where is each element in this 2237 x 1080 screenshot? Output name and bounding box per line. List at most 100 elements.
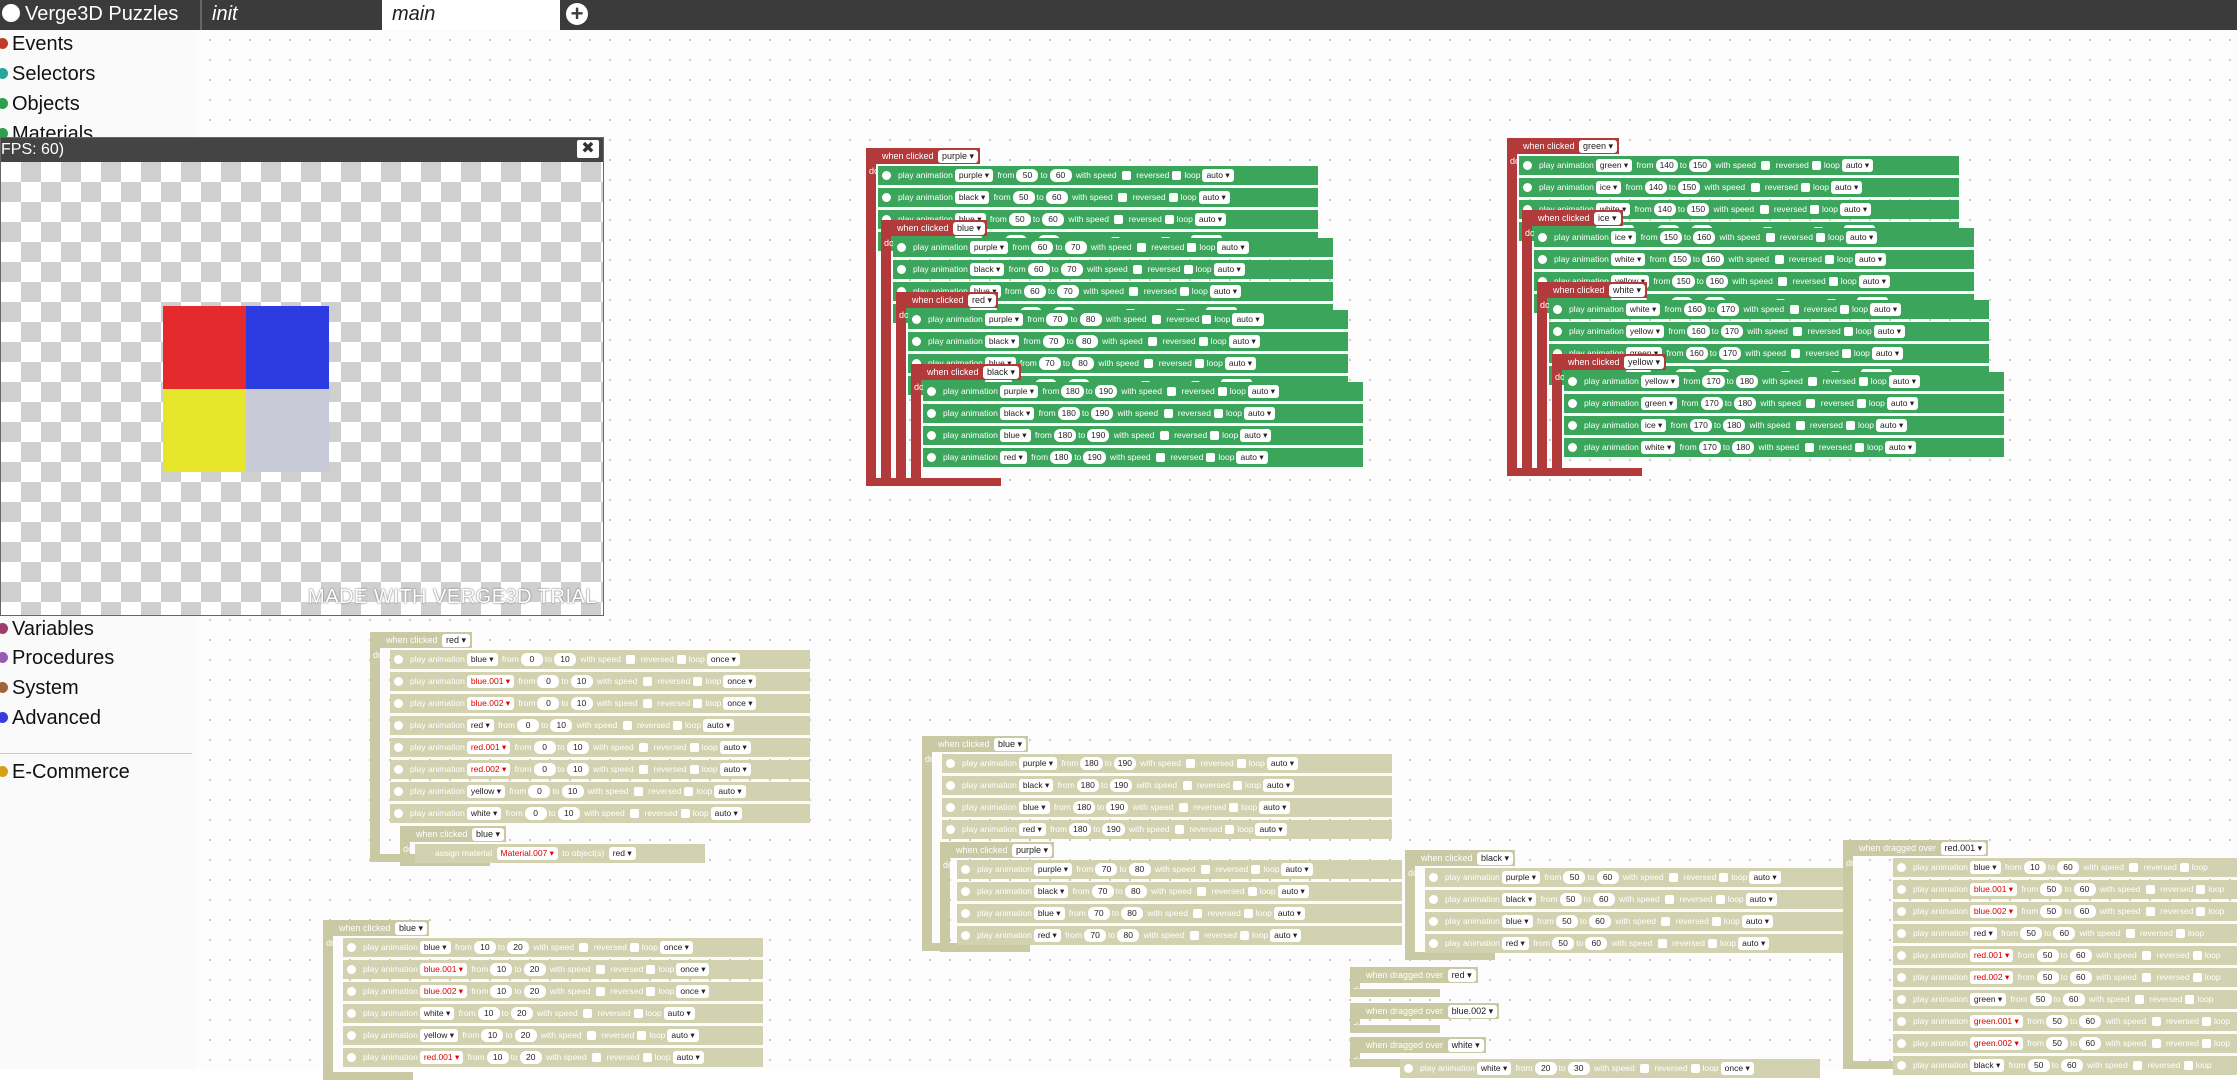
loop-mode-dropdown[interactable]: auto ▾ <box>710 807 742 820</box>
from-frame-field[interactable]: 50 <box>2040 883 2063 896</box>
loop-mode-dropdown[interactable]: auto ▾ <box>1871 347 1904 360</box>
reversed-checkbox[interactable] <box>629 943 639 953</box>
animation-object-dropdown[interactable]: blue.002 ▾ <box>419 985 468 998</box>
gear-icon[interactable] <box>961 887 970 896</box>
play-animation-block[interactable]: play animation red.002 ▾ from 0 to 10 with s… <box>390 760 810 779</box>
from-frame-field[interactable]: 50 <box>1563 871 1586 884</box>
tab-main[interactable]: main <box>382 0 560 30</box>
gear-icon[interactable] <box>961 865 970 874</box>
play-animation-block[interactable]: play animation blue.002 ▾ from 0 to 10 with … <box>390 694 810 713</box>
category-selectors[interactable]: Selectors <box>0 60 95 88</box>
loop-mode-dropdown[interactable]: auto ▾ <box>1228 335 1260 348</box>
from-frame-field[interactable]: 10 <box>490 985 513 998</box>
speed-input[interactable] <box>1761 161 1771 171</box>
preview-canvas[interactable]: MADE WITH VERGE3D TRIAL <box>1 162 603 615</box>
gear-icon[interactable] <box>394 743 403 752</box>
speed-input[interactable] <box>2145 885 2155 895</box>
to-frame-field[interactable]: 60 <box>1585 937 1608 950</box>
to-frame-field[interactable]: 190 <box>1113 757 1136 770</box>
animation-object-dropdown[interactable]: blue ▾ <box>466 653 498 666</box>
event-header[interactable]: when clicked red ▾ <box>896 292 999 308</box>
animation-object-dropdown[interactable]: purple ▾ <box>969 241 1009 254</box>
from-frame-field[interactable]: 10 <box>490 963 513 976</box>
loop-mode-dropdown[interactable]: auto ▾ <box>1277 885 1309 898</box>
reversed-checkbox[interactable] <box>646 965 656 975</box>
gear-icon[interactable] <box>927 409 936 418</box>
to-frame-field[interactable]: 10 <box>570 697 593 710</box>
animation-object-dropdown[interactable]: red ▾ <box>1018 823 1046 836</box>
gear-icon[interactable] <box>1897 885 1906 894</box>
trigger-object-dropdown[interactable]: blue ▾ <box>395 922 428 935</box>
play-animation-block[interactable]: play animation black ▾ from 50 to 60 with sp… <box>1893 1056 2237 1075</box>
loop-mode-dropdown[interactable]: once ▾ <box>659 941 693 954</box>
loop-mode-dropdown[interactable]: auto ▾ <box>1255 823 1287 836</box>
reversed-checkbox[interactable] <box>2176 929 2186 939</box>
reversed-checkbox[interactable] <box>1168 193 1178 203</box>
from-frame-field[interactable]: 160 <box>1683 303 1706 316</box>
play-animation-block[interactable]: play animation blue ▾ from 10 to 60 with spe… <box>1893 858 2237 877</box>
animation-object-dropdown[interactable]: blue.001 ▾ <box>419 963 468 976</box>
speed-input[interactable] <box>1200 865 1210 875</box>
to-frame-field[interactable]: 190 <box>1106 801 1129 814</box>
play-animation-block[interactable]: play animation yellow ▾ from 0 to 10 with sp… <box>390 782 810 801</box>
animation-object-dropdown[interactable]: blue ▾ <box>1969 861 2001 874</box>
reversed-checkbox[interactable] <box>1229 803 1239 813</box>
speed-input[interactable] <box>1668 873 1678 883</box>
reversed-checkbox[interactable] <box>689 743 699 753</box>
to-frame-field[interactable]: 190 <box>1109 779 1133 792</box>
event-header[interactable]: when clicked ice ▾ <box>1522 210 1623 226</box>
gear-icon[interactable] <box>1897 1039 1906 1048</box>
gear-icon[interactable] <box>927 453 936 462</box>
play-animation-block[interactable]: play animation blue.001 ▾ from 50 to 60 with… <box>1893 880 2237 899</box>
reversed-checkbox[interactable] <box>1815 233 1825 243</box>
to-frame-field[interactable]: 70 <box>1060 263 1083 276</box>
from-frame-field[interactable]: 10 <box>481 1029 504 1042</box>
speed-input[interactable] <box>1159 431 1169 441</box>
to-frame-field[interactable]: 60 <box>2056 861 2079 874</box>
loop-mode-dropdown[interactable]: auto ▾ <box>1873 325 1905 338</box>
speed-input[interactable] <box>1750 183 1760 193</box>
play-animation-block[interactable]: play animationred ▾ from70to80 with spee… <box>957 926 1402 945</box>
gear-icon[interactable] <box>347 987 356 996</box>
gear-icon[interactable] <box>1897 907 1906 916</box>
play-animation-block[interactable]: play animation green ▾ from 140 to 150 with … <box>1519 156 1959 175</box>
animation-object-dropdown[interactable]: white ▾ <box>466 807 502 820</box>
from-frame-field[interactable]: 50 <box>1552 937 1575 950</box>
from-frame-field[interactable]: 50 <box>2046 1015 2069 1028</box>
animation-object-dropdown[interactable]: red ▾ <box>466 719 494 732</box>
to-frame-field[interactable]: 60 <box>2073 883 2096 896</box>
category-events[interactable]: Events <box>0 30 73 58</box>
to-frame-field[interactable]: 160 <box>1692 231 1716 244</box>
reversed-checkbox[interactable] <box>693 699 703 709</box>
speed-input[interactable] <box>639 765 649 775</box>
gear-icon[interactable] <box>394 699 403 708</box>
from-frame-field[interactable]: 50 <box>1559 893 1582 906</box>
reversed-checkbox[interactable] <box>1243 909 1253 919</box>
animation-object-dropdown[interactable]: ice ▾ <box>1610 231 1637 244</box>
to-frame-field[interactable]: 190 <box>1090 407 1114 420</box>
reversed-checkbox[interactable] <box>1719 873 1729 883</box>
animation-object-dropdown[interactable]: red ▾ <box>1501 937 1529 950</box>
play-animation-block[interactable]: play animation blue ▾ from 0 to 10 with spee… <box>390 650 810 669</box>
from-frame-field[interactable]: 180 <box>1076 779 1099 792</box>
reversed-checkbox[interactable] <box>2196 907 2206 917</box>
animation-object-dropdown[interactable]: purple ▾ <box>954 169 994 182</box>
category-advanced[interactable]: Advanced <box>0 704 101 732</box>
play-animation-block[interactable]: play animation black ▾ from 70 to 80 with sp… <box>957 882 1402 901</box>
animation-object-dropdown[interactable]: white ▾ <box>1625 303 1661 316</box>
trigger-object-dropdown[interactable]: red.001 ▾ <box>1940 842 1987 855</box>
loop-mode-dropdown[interactable]: auto ▾ <box>1198 191 1230 204</box>
to-frame-field[interactable]: 10 <box>570 675 593 688</box>
speed-input[interactable] <box>2151 1017 2161 1027</box>
to-frame-field[interactable]: 10 <box>566 741 589 754</box>
play-animation-block[interactable]: play animation green ▾ from 170 to 180 with … <box>1564 394 2004 413</box>
event-header[interactable]: when clicked purple ▾ <box>940 842 1055 858</box>
from-frame-field[interactable]: 50 <box>2046 1037 2069 1050</box>
speed-input[interactable] <box>622 721 632 731</box>
to-frame-field[interactable]: 20 <box>506 941 529 954</box>
play-animation-block[interactable]: play animation white ▾ from 10 to 20 with sp… <box>343 1004 763 1023</box>
speed-input[interactable] <box>1136 243 1146 253</box>
from-frame-field[interactable]: 70 <box>1087 907 1110 920</box>
to-frame-field[interactable]: 60 <box>1596 871 1619 884</box>
play-animation-block[interactable]: play animation blue ▾ from 180 to 190 with s… <box>942 798 1392 817</box>
